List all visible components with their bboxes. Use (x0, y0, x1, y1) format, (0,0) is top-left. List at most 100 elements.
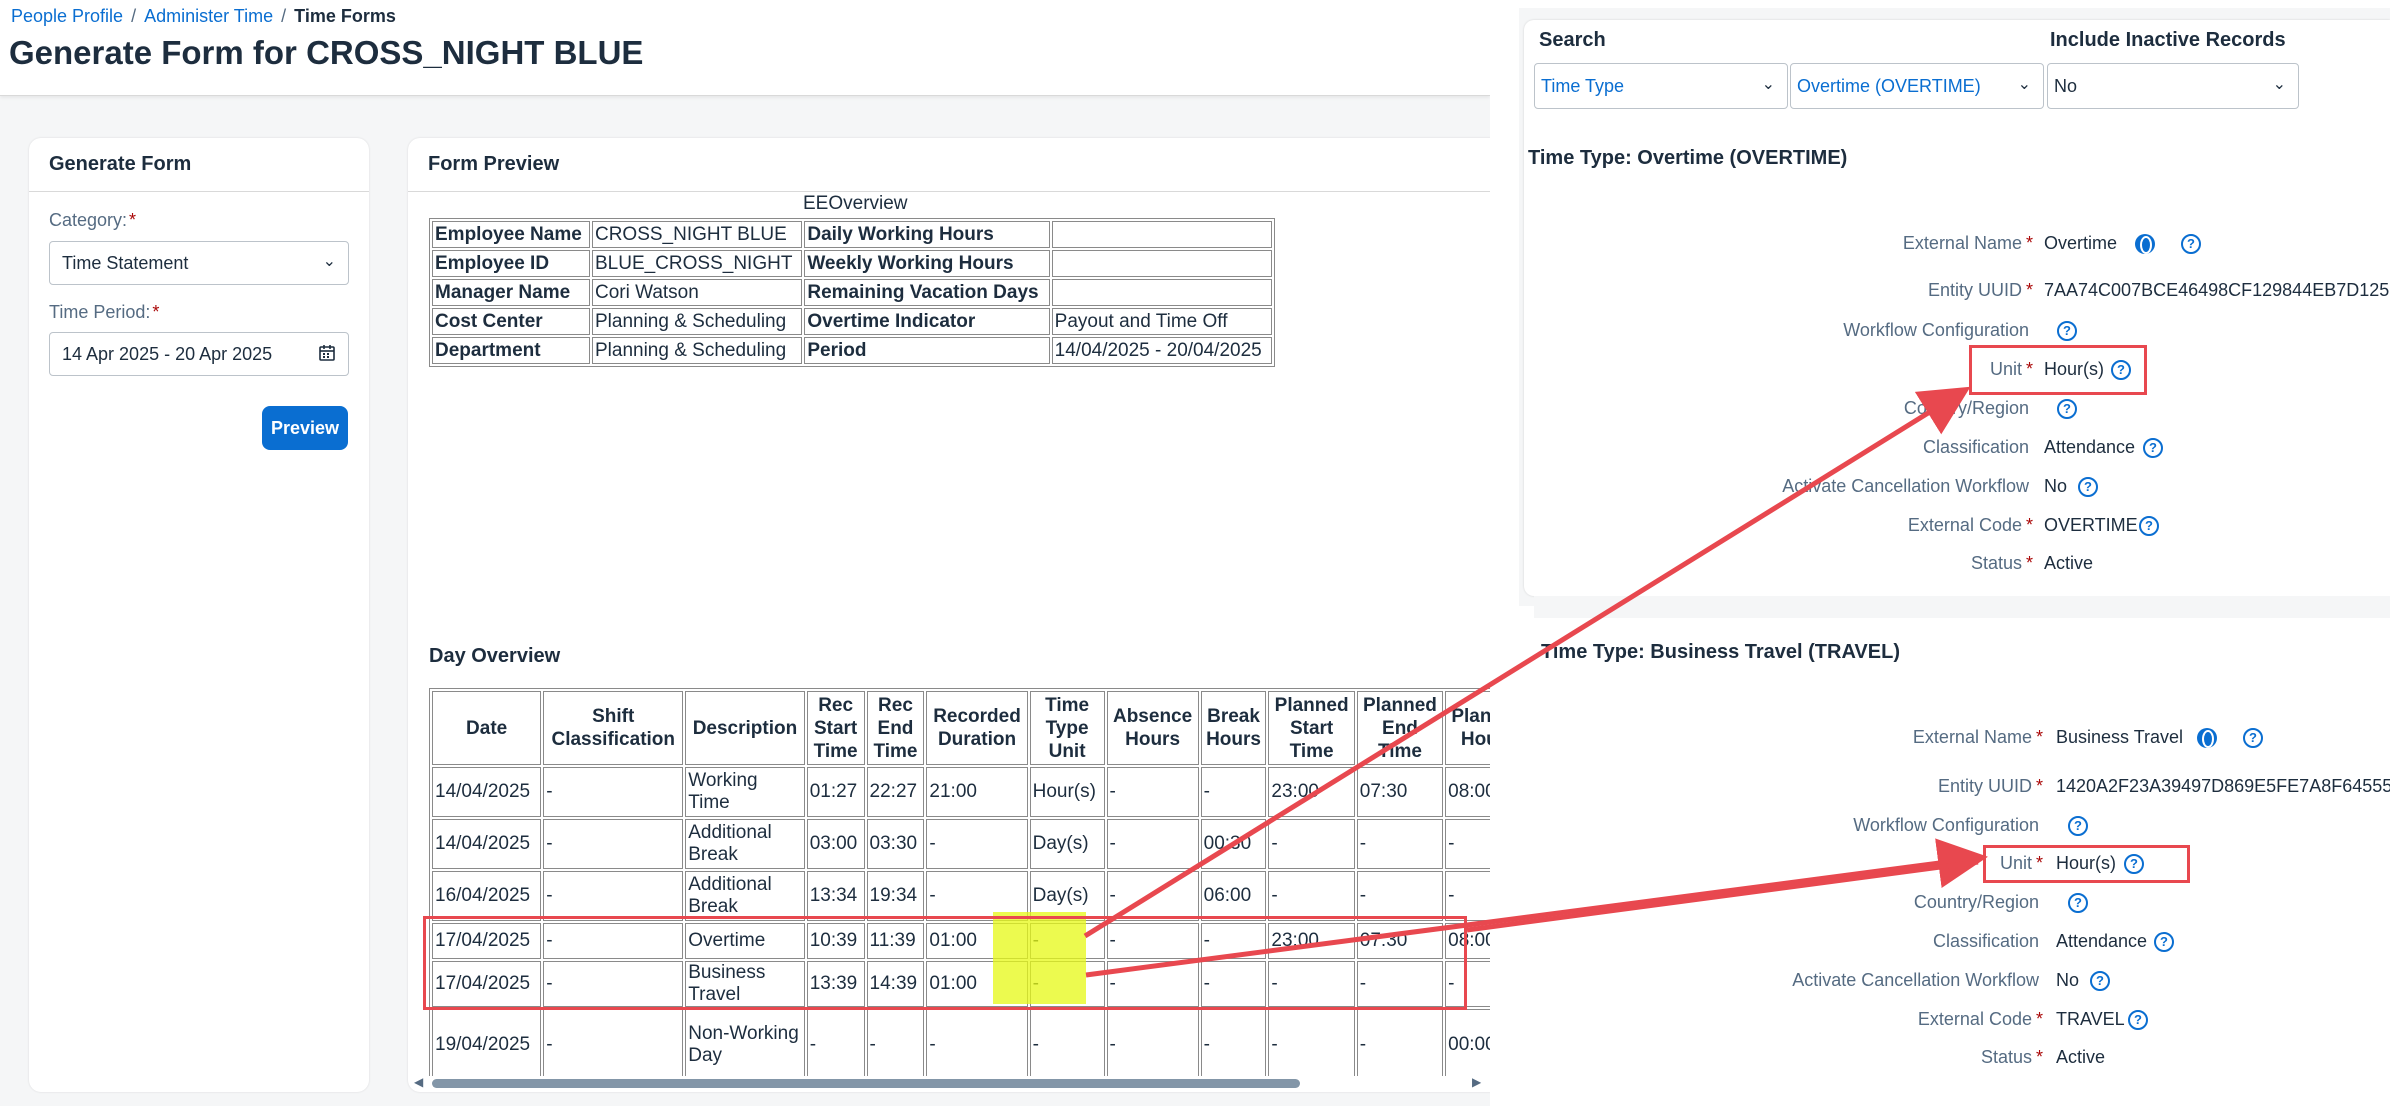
table-row: 19/04/2025-Non-Working Day--------00:00- (432, 1009, 1490, 1076)
table-cell: - (1106, 819, 1199, 869)
field-label-row: Activate Cancellation Workflow (1500, 476, 2033, 500)
column-header: Description (685, 691, 805, 765)
ee-label-cell: Overtime Indicator (804, 308, 1050, 335)
time-period-input[interactable]: 14 Apr 2025 - 20 Apr 2025 (49, 332, 349, 376)
include-inactive-select[interactable]: No ⌄ (2047, 63, 2299, 109)
ee-label-cell: Employee ID (432, 250, 590, 277)
ee-value-cell (1051, 279, 1272, 306)
help-icon[interactable]: ? (2068, 893, 2088, 913)
ee-row: Manager Name Cori Watson Remaining Vacatio… (432, 279, 1272, 306)
table-row: 16/04/2025- Additional Break 13:34 19:34- Da… (432, 871, 1490, 921)
table-cell: - (1106, 871, 1199, 921)
table-cell: Hour(s) (1029, 767, 1105, 817)
field-label-row: Status * (1500, 553, 2033, 577)
table-cell: - (1268, 871, 1355, 921)
search-record-select[interactable]: Overtime (OVERTIME) ⌄ (1790, 63, 2044, 109)
field-label: External Code * (1917, 1009, 2043, 1029)
help-icon[interactable]: ? (2243, 728, 2263, 748)
column-header: Shift Classification (543, 691, 684, 765)
column-header: Rec Start Time (806, 691, 865, 765)
help-icon[interactable]: ? (2057, 321, 2077, 341)
column-header: Planned End Time (1356, 691, 1444, 765)
help-icon[interactable]: ? (2068, 816, 2088, 836)
ee-value-cell: Planning & Scheduling (591, 308, 803, 335)
field-value: Overtime (2044, 233, 2118, 253)
ee-row: Employee Name CROSS_NIGHT BLUE Daily Worki… (432, 221, 1272, 248)
scroll-left-icon[interactable]: ◀ (414, 1075, 423, 1089)
table-cell: - (866, 1009, 925, 1076)
help-icon[interactable]: ? (2139, 516, 2159, 536)
day-overview-scroll-area[interactable]: Date Shift Classification Description Rec S… (429, 688, 1490, 1076)
column-header: Absence Hours (1106, 691, 1199, 765)
table-cell: 19:34 (866, 871, 925, 921)
search-type-select[interactable]: Time Type ⌄ (1534, 63, 1788, 109)
table-cell: Additional Break (685, 871, 805, 921)
overtime-section-title: Time Type: Overtime (OVERTIME) (1528, 147, 1848, 169)
breadcrumb-administer-time[interactable]: Administer Time (144, 6, 273, 27)
ee-value-cell: BLUE_CROSS_NIGHT (591, 250, 803, 277)
generate-form-title: Generate Form (49, 153, 192, 175)
help-icon[interactable]: ? (2090, 971, 2110, 991)
field-label: Classification (1932, 931, 2039, 951)
globe-icon[interactable] (2197, 728, 2217, 748)
table-cell: - (1445, 819, 1490, 869)
table-row: 14/04/2025- Working Time 01:27 22:27 21:00 Ho… (432, 767, 1490, 817)
field-label-row: Unit * (1500, 359, 2033, 383)
field-label-row: Country/Region (1500, 892, 2043, 916)
breadcrumb-separator: / (281, 6, 287, 26)
help-icon[interactable]: ? (2154, 932, 2174, 952)
help-icon[interactable]: ? (2057, 399, 2077, 419)
table-cell: 14/04/2025 (432, 819, 542, 869)
help-icon[interactable]: ? (2181, 234, 2201, 254)
search-type-value: Time Type (1541, 76, 1625, 96)
field-label-row: Classification (1500, 437, 2033, 461)
field-label: Country/Region (1913, 892, 2039, 912)
table-cell: - (1106, 1009, 1199, 1076)
horizontal-scrollbar[interactable] (432, 1079, 1300, 1088)
divider (29, 191, 369, 192)
help-icon[interactable]: ? (2078, 477, 2098, 497)
ee-label-cell: Cost Center (432, 308, 590, 335)
table-cell: - (1356, 871, 1444, 921)
table-cell: 23:00 (1268, 767, 1355, 817)
breadcrumb-people-profile[interactable]: People Profile (11, 6, 123, 27)
field-label: External Name * (1912, 727, 2043, 747)
scroll-right-icon[interactable]: ▶ (1472, 1075, 1481, 1089)
field-value: OVERTIME (2044, 515, 2138, 535)
ee-label-cell: Period (804, 337, 1050, 364)
field-value: 1420A2F23A39497D869E5FE7A8F64555 (2056, 776, 2390, 796)
column-header: Time Type Unit (1029, 691, 1105, 765)
field-label: Workflow Configuration (1843, 320, 2029, 340)
time-period-label: Time Period: * (49, 302, 160, 322)
table-cell: - (543, 767, 684, 817)
calendar-icon[interactable] (318, 344, 336, 367)
preview-button[interactable]: Preview (262, 406, 348, 450)
field-label-row: External Name * (1500, 233, 2033, 257)
search-label: Search (1539, 29, 1606, 51)
field-label: Status * (1980, 1047, 2043, 1067)
globe-icon[interactable] (2135, 234, 2155, 254)
table-cell: - (1106, 767, 1199, 817)
generate-form-card: Generate Form Category: * Time Statement … (29, 138, 369, 1092)
ee-row: Department Planning & Scheduling Period 14/… (432, 337, 1272, 364)
table-cell: 16/04/2025 (432, 871, 542, 921)
chevron-down-icon: ⌄ (2017, 76, 2031, 93)
table-cell: 08:00 (1445, 767, 1490, 817)
field-label: Workflow Configuration (1853, 815, 2039, 835)
field-label-row: Classification (1500, 931, 2043, 955)
field-label: Activate Cancellation Workflow (1792, 970, 2039, 990)
field-value: No (2044, 476, 2068, 496)
day-overview-table: Date Shift Classification Description Rec S… (429, 688, 1490, 1076)
help-icon[interactable]: ? (2128, 1010, 2148, 1030)
include-inactive-label: Include Inactive Records (2050, 29, 2286, 51)
time-period-value: 14 Apr 2025 - 20 Apr 2025 (62, 344, 273, 364)
help-icon[interactable]: ? (2143, 438, 2163, 458)
table-cell: 13:34 (806, 871, 865, 921)
ee-value-cell: Planning & Scheduling (591, 337, 803, 364)
table-cell: - (806, 1009, 865, 1076)
category-select[interactable]: Time Statement ⌄ (49, 241, 349, 285)
ee-label-cell: Daily Working Hours (804, 221, 1050, 248)
field-label: External Name * (1902, 233, 2033, 253)
table-cell: - (1200, 767, 1267, 817)
field-label: Status * (1970, 553, 2033, 573)
